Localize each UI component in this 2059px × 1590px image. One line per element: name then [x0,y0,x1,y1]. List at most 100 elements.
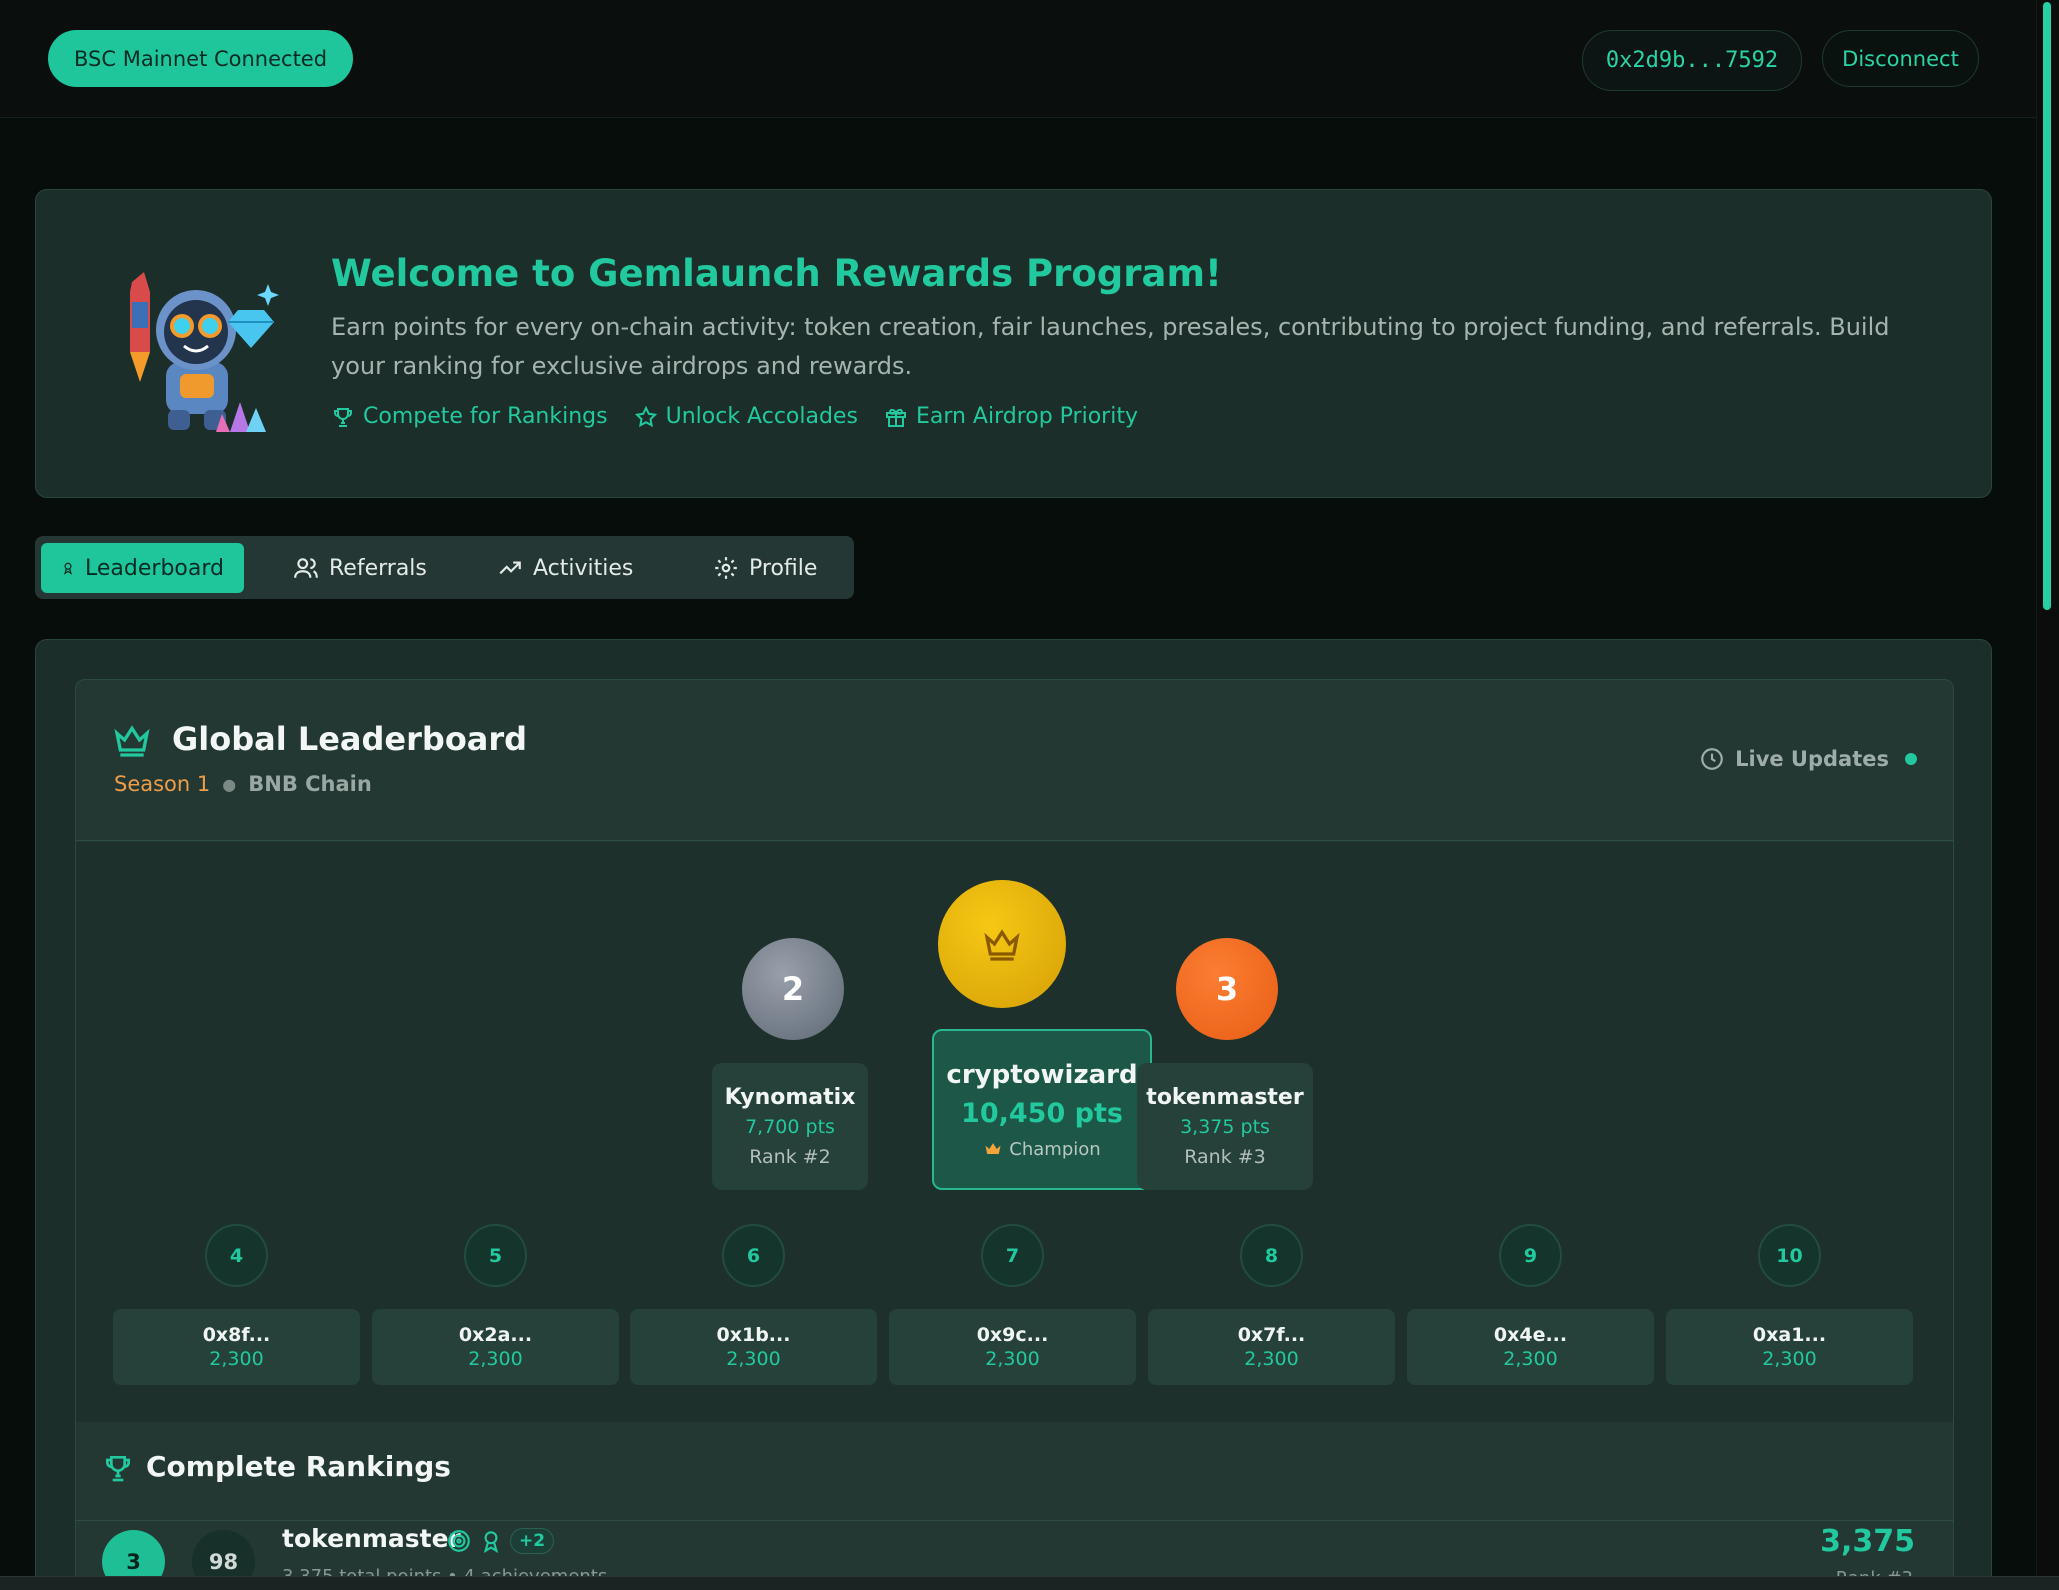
section-tabs: Leaderboard Referrals Activities Profile [35,536,854,599]
player-points: 2,300 [209,1348,264,1370]
astronaut-mascot-icon [130,272,279,432]
leaderboard-panel: Global Leaderboard Season 1 ● BNB Chain … [35,639,1992,1590]
achievement-badges: +2 [446,1528,555,1554]
medal-icon [64,562,73,575]
disconnect-button[interactable]: Disconnect [1822,30,1979,87]
player-points: 2,300 [726,1348,781,1370]
player-name: 0x4e... [1493,1324,1568,1346]
row-points: 3,375 [1820,1524,1915,1559]
welcome-banner: Welcome to Gemlaunch Rewards Program! Ea… [35,189,1992,498]
player-points: 2,300 [1762,1348,1817,1370]
complete-rankings-title: Complete Rankings [146,1450,451,1483]
player-name: Kynomatix [724,1085,856,1110]
complete-rankings-header: Complete Rankings [76,1422,1953,1521]
player-name: 0x1b... [716,1324,791,1346]
feature-unlock-accolades: Unlock Accolades [634,404,858,429]
player-name: 0x8f... [202,1324,271,1346]
crown-icon [985,1143,1001,1154]
global-leaderboard-card: Global Leaderboard Season 1 ● BNB Chain … [75,679,1954,1590]
page-scrollbar[interactable] [2036,0,2059,1576]
tab-label: Referrals [329,555,427,581]
star-icon [634,405,657,427]
runner-up-card[interactable]: 0xa1... 2,300 [1666,1309,1913,1385]
player-points: 7,700 pts [745,1116,835,1138]
player-points: 10,450 pts [961,1097,1123,1129]
runner-up-card[interactable]: 0x4e... 2,300 [1407,1309,1654,1385]
runner-up-card[interactable]: 0x9c... 2,300 [889,1309,1136,1385]
trophy-icon [106,1456,130,1482]
rank-3-avatar: 3 [1176,938,1278,1040]
feature-compete-rankings: Compete for Rankings [331,404,608,429]
rank-badge: 5 [464,1224,527,1287]
tab-label: Activities [533,555,634,581]
rank-badge: 4 [205,1224,268,1287]
runner-up-card[interactable]: 0x1b... 2,300 [630,1309,877,1385]
live-updates-label: Live Updates [1735,747,1889,771]
runner-up-card[interactable]: 0x7f... 2,300 [1148,1309,1395,1385]
player-name: tokenmaster [1146,1085,1304,1110]
more-badges-count[interactable]: +2 [510,1528,555,1554]
leaderboard-subtitle: Season 1 ● BNB Chain [114,772,372,796]
champion-badge: Champion [983,1138,1101,1160]
rank-2-avatar: 2 [742,938,844,1040]
feature-label: Unlock Accolades [665,404,858,429]
podium-area: 2 Kynomatix 7,700 pts Rank #2 cryptowiza… [76,842,1953,1422]
tab-referrals[interactable]: Referrals [273,543,447,593]
scrollbar-thumb[interactable] [2043,2,2051,610]
player-rank: Rank #3 [1184,1146,1266,1168]
banner-description: Earn points for every on-chain activity:… [331,313,1890,380]
live-updates-indicator: Live Updates [1699,746,1917,772]
rank-badge: 6 [722,1224,785,1287]
runner-up-card[interactable]: 0x8f... 2,300 [113,1309,360,1385]
runner-up-card[interactable]: 0x2a... 2,300 [372,1309,619,1385]
player-name: 0x7f... [1237,1324,1306,1346]
podium-first-card[interactable]: cryptowizard 10,450 pts Champion [932,1029,1152,1190]
tab-profile[interactable]: Profile [693,543,837,593]
player-name: cryptowizard [946,1059,1138,1090]
clock-icon [1701,748,1723,770]
leaderboard-header: Global Leaderboard Season 1 ● BNB Chain … [76,680,1953,841]
crown-icon [984,929,1020,961]
season-label: Season 1 [114,772,211,796]
app-root: BSC Mainnet Connected 0x2d9b...7592 Disc… [0,0,2059,1590]
feature-label: Earn Airdrop Priority [915,404,1138,429]
live-status-dot [1905,753,1917,765]
feature-label: Compete for Rankings [363,404,608,429]
crown-icon [114,725,150,757]
separator-dot: ● [222,774,237,794]
player-name: 0xa1... [1752,1324,1827,1346]
player-points: 2,300 [1244,1348,1299,1370]
player-name: 0x2a... [458,1324,533,1346]
rank-badge: 9 [1499,1224,1562,1287]
champion-label: Champion [1009,1138,1101,1160]
wallet-address-button[interactable]: 0x2d9b...7592 [1582,30,1802,91]
feature-airdrop-priority: Earn Airdrop Priority [884,404,1138,429]
trophy-icon [334,407,352,427]
tab-activities[interactable]: Activities [477,543,653,593]
tab-label: Leaderboard [85,555,224,581]
banner-features: Compete for Rankings Unlock Accolades Ea… [331,404,1138,429]
chain-label: BNB Chain [248,772,372,796]
podium-second-card[interactable]: Kynomatix 7,700 pts Rank #2 [712,1063,868,1190]
network-status-pill[interactable]: BSC Mainnet Connected [48,30,354,87]
player-name: tokenmaster [282,1524,461,1553]
player-name: 0x9c... [976,1324,1049,1346]
rank-badge: 8 [1240,1224,1303,1287]
top-bar: BSC Mainnet Connected 0x2d9b...7592 Disc… [0,0,2036,118]
banner-title: Welcome to Gemlaunch Rewards Program! [331,252,1222,295]
player-points: 2,300 [985,1348,1040,1370]
player-points: 2,300 [1503,1348,1558,1370]
window-bottom-edge [0,1576,2059,1590]
leaderboard-title: Global Leaderboard [172,720,528,758]
users-icon [294,558,318,578]
tab-leaderboard[interactable]: Leaderboard [41,543,244,593]
gear-icon [715,557,737,579]
player-points: 2,300 [468,1348,523,1370]
rank-badge: 10 [1758,1224,1821,1287]
player-points: 3,375 pts [1180,1116,1270,1138]
target-icon [448,1530,470,1552]
rank-1-avatar [938,880,1066,1008]
gift-icon [885,408,906,427]
tab-label: Profile [749,555,818,581]
podium-third-card[interactable]: tokenmaster 3,375 pts Rank #3 [1137,1063,1313,1190]
